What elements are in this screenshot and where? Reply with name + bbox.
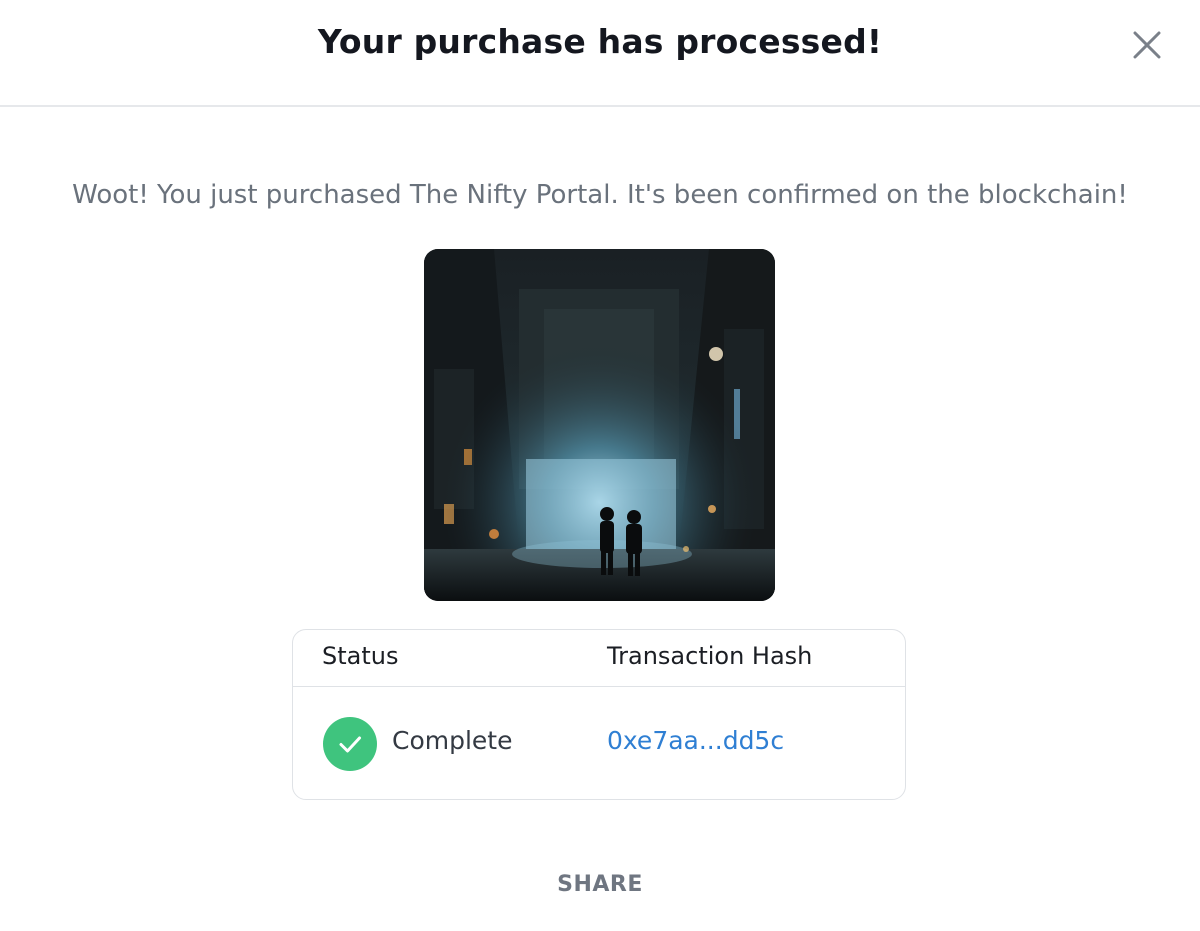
- purchase-modal: Your purchase has processed! Woot! You j…: [0, 0, 1200, 931]
- nft-image: [424, 249, 775, 601]
- transaction-hash-column-header: Transaction Hash: [607, 642, 813, 670]
- modal-header: Your purchase has processed!: [0, 0, 1200, 107]
- close-icon: [1133, 31, 1161, 59]
- check-circle-icon: [323, 717, 377, 771]
- close-button[interactable]: [1130, 28, 1164, 62]
- status-column-header: Status: [322, 642, 399, 670]
- table-header-row: Status Transaction Hash: [293, 630, 905, 687]
- transaction-table: Status Transaction Hash Complete 0xe7aa.…: [292, 629, 906, 800]
- share-button[interactable]: SHARE: [500, 872, 700, 897]
- transaction-hash-link[interactable]: 0xe7aa...dd5c: [607, 726, 784, 755]
- status-value: Complete: [392, 726, 513, 755]
- modal-title: Your purchase has processed!: [317, 22, 883, 61]
- confirmation-message: Woot! You just purchased The Nifty Porta…: [72, 180, 1128, 210]
